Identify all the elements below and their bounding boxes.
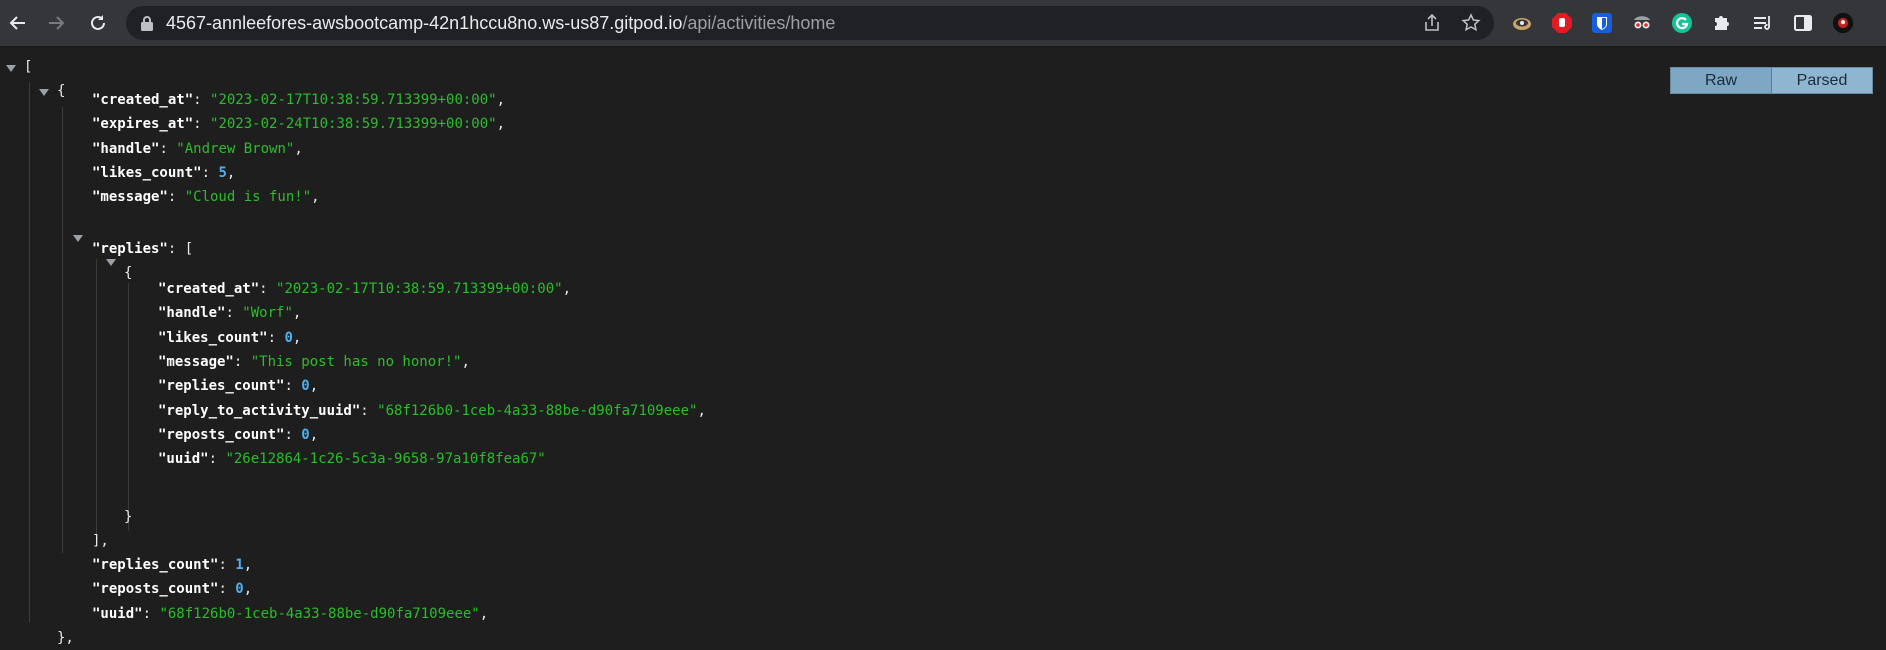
json-line: "likes_count": 5, — [92, 164, 236, 181]
url-text[interactable]: 4567-annleefores-awsbootcamp-42n1hccu8no… — [166, 14, 835, 32]
activity-brace-open: { — [57, 83, 66, 99]
json-value: 0 — [235, 581, 244, 598]
json-line: "expires_at": "2023-02-24T10:38:59.71339… — [92, 116, 506, 133]
parsed-button[interactable]: Parsed — [1771, 68, 1872, 93]
json-key: "handle" — [92, 140, 160, 157]
json-viewer: [ { "created_at": "2023-02-17T10:38:59.7… — [0, 47, 1886, 646]
json-line: "created_at": "2023-02-17T10:38:59.71339… — [158, 281, 572, 297]
json-line: "handle": "Andrew Brown", — [92, 140, 303, 157]
lock-icon[interactable] — [140, 15, 154, 31]
collapse-toggle-replies[interactable] — [73, 235, 83, 242]
json-line: "reposts_count": 0, — [92, 581, 253, 598]
json-value: "Worf" — [242, 305, 293, 322]
json-key: "reposts_count" — [158, 426, 285, 443]
side-panel-icon[interactable] — [1792, 12, 1814, 34]
back-arrow-icon[interactable] — [2, 7, 34, 39]
json-value: "2023-02-17T10:38:59.713399+00:00" — [276, 281, 563, 297]
collapse-toggle-activity[interactable] — [39, 89, 49, 96]
json-key: "message" — [158, 353, 234, 370]
raw-parsed-toggle: Raw Parsed — [1670, 67, 1873, 94]
json-key: "replies_count" — [92, 557, 219, 573]
json-line: "handle": "Worf", — [158, 305, 302, 322]
indent-guide — [29, 82, 30, 623]
replies-key: "replies" — [92, 241, 168, 257]
json-value: 0 — [301, 426, 310, 443]
json-value: "2023-02-17T10:38:59.713399+00:00" — [210, 92, 497, 108]
share-icon[interactable] — [1422, 13, 1442, 33]
browser-toolbar: 4567-annleefores-awsbootcamp-42n1hccu8no… — [0, 0, 1886, 47]
json-value: "Andrew Brown" — [176, 140, 295, 157]
json-line: "replies_count": 1, — [92, 557, 253, 573]
json-value: "2023-02-24T10:38:59.713399+00:00" — [210, 116, 497, 133]
json-key: "message" — [92, 189, 168, 206]
json-line: "reposts_count": 0, — [158, 426, 319, 443]
puzzle-extensions-icon[interactable] — [1711, 12, 1733, 34]
json-key: "reply_to_activity_uuid" — [158, 402, 361, 419]
json-line: "message": "This post has no honor!", — [158, 353, 470, 370]
json-line: "replies_count": 0, — [158, 378, 319, 395]
profile-avatar-icon[interactable] — [1832, 12, 1854, 34]
indent-guide — [62, 107, 63, 553]
json-key: "likes_count" — [92, 164, 202, 181]
json-line-replies: "replies": [ — [92, 241, 194, 257]
json-value: 0 — [301, 378, 310, 395]
indent-guide — [128, 283, 129, 531]
json-value: "68f126b0-1ceb-4a33-88be-d90fa7109eee" — [377, 402, 698, 419]
json-key: "created_at" — [158, 281, 260, 297]
json-line: "created_at": "2023-02-17T10:38:59.71339… — [92, 92, 506, 108]
reply-brace-open: { — [124, 265, 133, 281]
collapse-toggle-root[interactable] — [6, 65, 16, 72]
cloud-sync-icon[interactable] — [1511, 12, 1533, 34]
spy-glasses-icon[interactable] — [1631, 12, 1653, 34]
json-value: 0 — [284, 329, 293, 346]
json-key: "replies_count" — [158, 378, 285, 395]
reading-list-icon[interactable] — [1752, 12, 1774, 34]
json-key: "handle" — [158, 305, 226, 322]
replies-bracket-close: ], — [92, 533, 109, 549]
adblock-hand-icon[interactable] — [1551, 12, 1573, 34]
json-key: "uuid" — [92, 605, 143, 622]
json-key: "reposts_count" — [92, 581, 219, 598]
json-line: "uuid": "26e12864-1c26-5c3a-9658-97a10f8… — [158, 451, 546, 468]
url-path: /api/activities/home — [682, 13, 836, 33]
forward-arrow-icon[interactable] — [40, 7, 72, 39]
json-key: "created_at" — [92, 92, 194, 108]
json-value: "This post has no honor!" — [250, 353, 462, 370]
raw-button[interactable]: Raw — [1671, 68, 1771, 93]
replies-bracket-open: [ — [184, 241, 194, 257]
address-bar[interactable]: 4567-annleefores-awsbootcamp-42n1hccu8no… — [126, 6, 1494, 40]
root-bracket-open: [ — [24, 59, 33, 75]
activity-brace-close: }, — [57, 630, 74, 646]
json-line: "message": "Cloud is fun!", — [92, 189, 320, 206]
json-value: "26e12864-1c26-5c3a-9658-97a10f8fea67" — [225, 451, 546, 468]
grammarly-icon[interactable] — [1671, 12, 1693, 34]
json-line: "uuid": "68f126b0-1ceb-4a33-88be-d90fa71… — [92, 605, 489, 622]
indent-guide — [96, 259, 97, 541]
json-key: "uuid" — [158, 451, 209, 468]
json-line: "likes_count": 0, — [158, 329, 302, 346]
bookmark-star-icon[interactable] — [1461, 13, 1481, 33]
json-key: "expires_at" — [92, 116, 194, 133]
json-value: "68f126b0-1ceb-4a33-88be-d90fa7109eee" — [159, 605, 480, 622]
json-value: 5 — [218, 164, 227, 181]
json-value: "Cloud is fun!" — [184, 189, 312, 206]
json-value: 1 — [235, 557, 244, 573]
bitwarden-shield-icon[interactable] — [1591, 12, 1613, 34]
reload-icon[interactable] — [82, 7, 114, 39]
json-line: "reply_to_activity_uuid": "68f126b0-1ceb… — [158, 402, 706, 419]
url-host: 4567-annleefores-awsbootcamp-42n1hccu8no… — [166, 13, 683, 33]
reply-brace-close: } — [124, 509, 133, 525]
json-key: "likes_count" — [158, 329, 268, 346]
